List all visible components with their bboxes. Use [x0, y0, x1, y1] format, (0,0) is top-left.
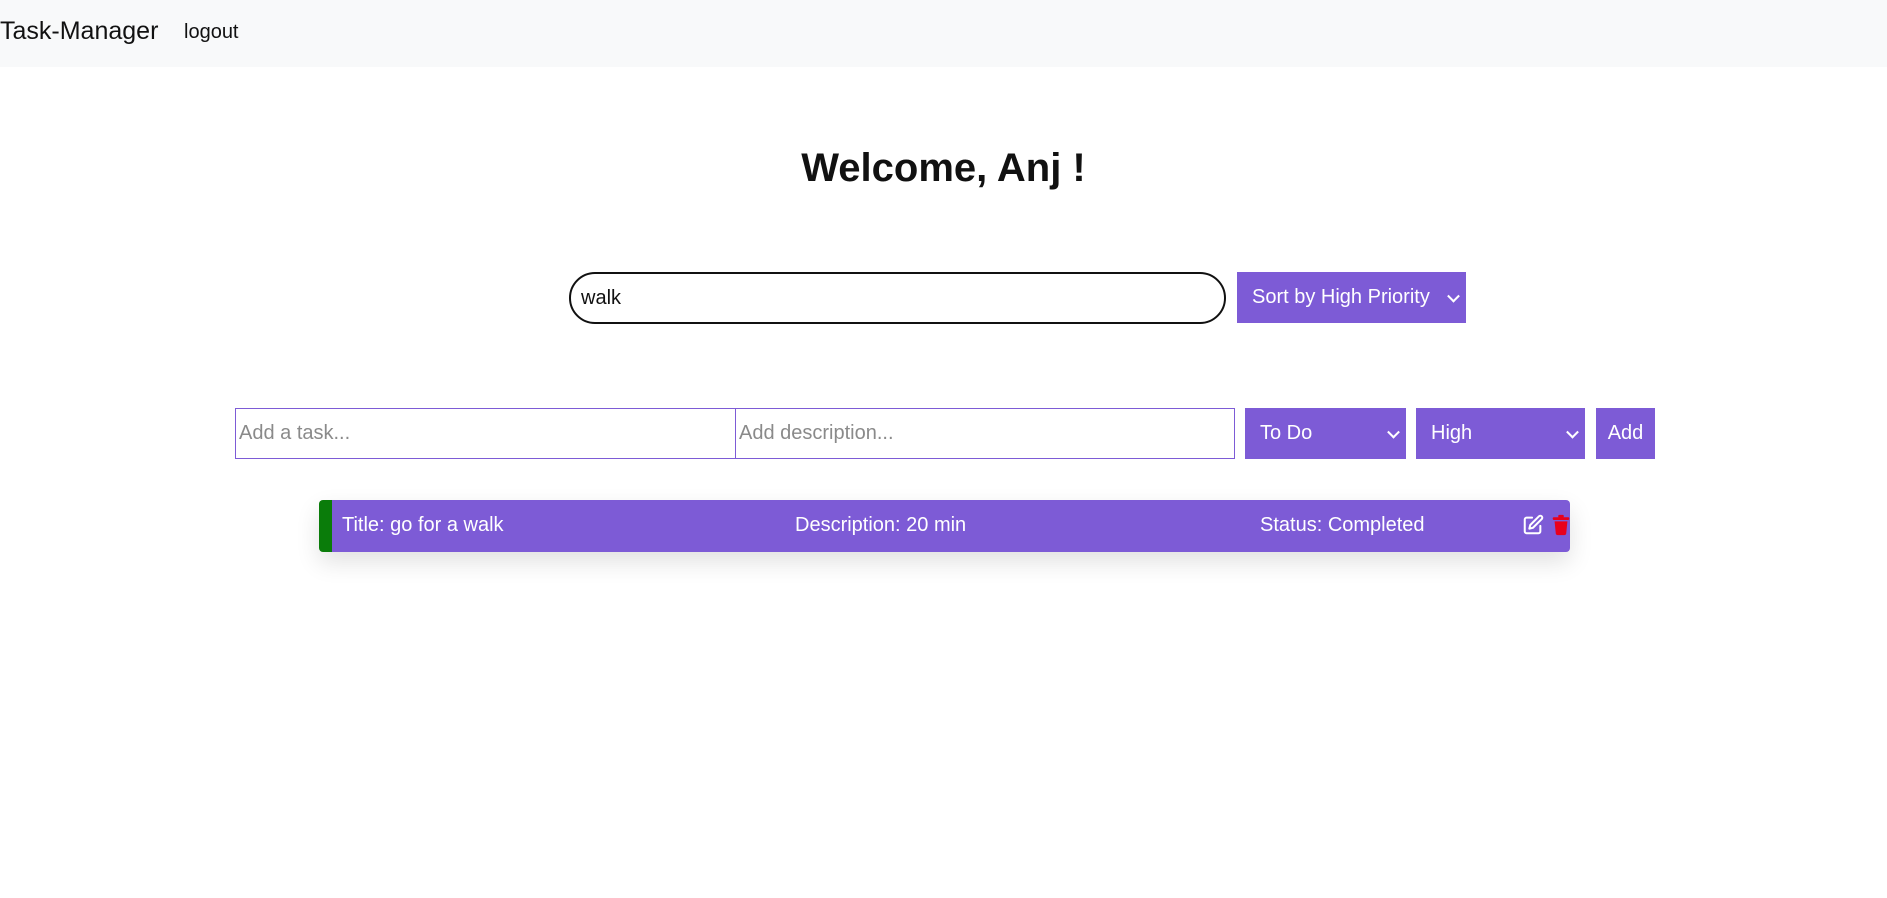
edit-icon[interactable] [1522, 514, 1544, 536]
chevron-down-icon [1447, 289, 1460, 303]
task-title: Title: go for a walk [342, 514, 504, 536]
chevron-down-icon [1566, 425, 1579, 439]
priority-select[interactable]: High [1416, 408, 1585, 459]
search-input[interactable] [569, 272, 1226, 324]
add-task-button[interactable]: Add [1596, 408, 1655, 459]
sort-select-value: Sort by High Priority [1252, 286, 1430, 308]
navbar: Task-Manager logout [0, 0, 1887, 67]
chevron-down-icon [1387, 425, 1400, 439]
logout-link[interactable]: logout [184, 21, 239, 44]
task-title-input[interactable] [235, 408, 736, 459]
status-select-value: To Do [1260, 422, 1313, 444]
brand[interactable]: Task-Manager [0, 17, 158, 46]
task-description: Description: 20 min [795, 514, 967, 536]
task-description-input[interactable] [735, 408, 1235, 459]
welcome-heading: Welcome, Anj ! [801, 146, 1086, 190]
task-item: Title: go for a walk Description: 20 min… [319, 500, 1570, 552]
trash-icon[interactable] [1550, 514, 1572, 536]
task-status: Status: Completed [1260, 514, 1425, 536]
priority-select-value: High [1431, 422, 1473, 444]
sort-select[interactable]: Sort by High Priority [1237, 272, 1466, 323]
status-select[interactable]: To Do [1245, 408, 1406, 459]
